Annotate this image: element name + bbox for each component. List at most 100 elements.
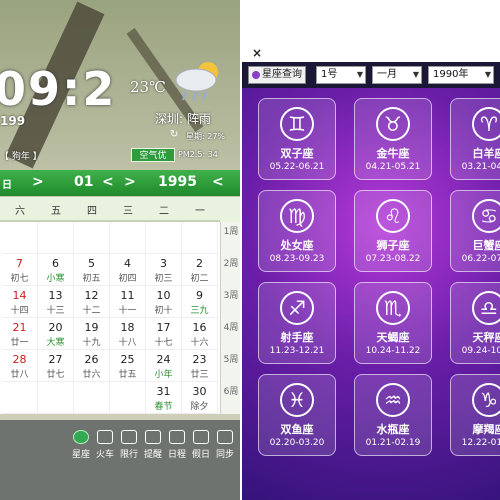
day-number: 18 bbox=[120, 321, 135, 334]
year-select[interactable]: 1990年 ▼ bbox=[428, 66, 494, 84]
next-year-button[interactable]: > bbox=[124, 174, 136, 190]
calendar-day-cell[interactable] bbox=[38, 382, 74, 414]
calendar-day-cell[interactable]: 16 十六 bbox=[182, 318, 218, 350]
calendar-day-cell[interactable]: 25 廿五 bbox=[110, 350, 146, 382]
week-number: 1周 bbox=[223, 227, 239, 237]
calendar-day-cell[interactable] bbox=[182, 222, 218, 254]
zodiac-card[interactable]: ♐ 射手座 11.23-12.21 bbox=[258, 282, 336, 364]
zodiac-dates: 03.21-04.20 bbox=[461, 162, 500, 172]
calendar-day-cell[interactable] bbox=[74, 222, 110, 254]
svg-text:♍: ♍ bbox=[288, 204, 306, 228]
lunar-day: 初七 bbox=[10, 274, 29, 284]
day-select[interactable]: 1号 ▼ bbox=[316, 66, 366, 84]
month-value[interactable]: 01 bbox=[74, 174, 93, 190]
zodiac-card[interactable]: ♏ 天蝎座 10.24-11.22 bbox=[354, 282, 432, 364]
zodiac-dates: 01.21-02.19 bbox=[365, 438, 421, 448]
zodiac-name: 水瓶座 bbox=[376, 423, 410, 436]
zodiac-name: 白羊座 bbox=[472, 147, 500, 160]
weekday-label: 三 bbox=[123, 206, 133, 217]
day-number: 21 bbox=[12, 321, 27, 334]
toolbar-icon bbox=[169, 430, 185, 444]
zodiac-card[interactable]: ♍ 处女座 08.23-09.23 bbox=[258, 190, 336, 272]
zodiac-card[interactable]: ♒ 水瓶座 01.21-02.19 bbox=[354, 374, 432, 456]
zodiac-card[interactable]: ♓ 双鱼座 02.20-03.20 bbox=[258, 374, 336, 456]
lunar-day: 十八 bbox=[118, 338, 137, 348]
zodiac-dates: 08.23-09.23 bbox=[269, 254, 325, 264]
calendar-day-cell[interactable] bbox=[38, 222, 74, 254]
day-number: 7 bbox=[16, 257, 23, 270]
calendar-day-cell[interactable]: 31 春节 bbox=[146, 382, 182, 414]
zodiac-card[interactable]: ♎ 天秤座 09.24-10.23 bbox=[450, 282, 500, 364]
calendar-day-cell[interactable]: 24 小年 bbox=[146, 350, 182, 382]
calendar-day-cell[interactable]: 3 初三 bbox=[146, 254, 182, 286]
toolbar-icon bbox=[193, 430, 209, 444]
toolbar-label: 同步 bbox=[215, 450, 234, 460]
calendar-day-cell[interactable]: 23 廿三 bbox=[182, 350, 218, 382]
zodiac-card[interactable]: ♊ 双子座 05.22-06.21 bbox=[258, 98, 336, 180]
calendar-day-cell[interactable] bbox=[2, 222, 38, 254]
svg-text:♌: ♌ bbox=[384, 204, 402, 228]
toolbar-label: 限行 bbox=[119, 450, 138, 460]
day-number: 28 bbox=[12, 353, 27, 366]
calendar-day-cell[interactable] bbox=[74, 382, 110, 414]
calendar-day-cell[interactable] bbox=[110, 222, 146, 254]
day-number: 2 bbox=[196, 257, 203, 270]
calendar-day-cell[interactable] bbox=[110, 382, 146, 414]
calendar-day-cell[interactable]: 6 小寒 bbox=[38, 254, 74, 286]
zodiac-card[interactable]: ♈ 白羊座 03.21-04.20 bbox=[450, 98, 500, 180]
calendar-day-cell[interactable]: 11 十一 bbox=[110, 286, 146, 318]
calendar-day-cell[interactable]: 5 初五 bbox=[74, 254, 110, 286]
zodiac-sign-icon: ♐ bbox=[280, 291, 314, 325]
calendar-day-cell[interactable]: 7 初七 bbox=[2, 254, 38, 286]
svg-text:♉: ♉ bbox=[384, 112, 402, 136]
calendar-day-cell[interactable]: 4 初四 bbox=[110, 254, 146, 286]
calendar-day-cell[interactable]: 30 除夕 bbox=[182, 382, 218, 414]
toolbar-label: 星座 bbox=[71, 450, 90, 460]
zodiac-dates: 06.22-07.22 bbox=[461, 254, 500, 264]
day-number: 20 bbox=[48, 321, 63, 334]
close-icon[interactable]: × bbox=[252, 46, 262, 60]
zodiac-name: 处女座 bbox=[280, 239, 314, 252]
calendar-day-cell[interactable]: 9 三九 bbox=[182, 286, 218, 318]
calendar-day-cell[interactable] bbox=[146, 222, 182, 254]
day-number: 4 bbox=[124, 257, 131, 270]
calendar-day-cell[interactable]: 26 廿六 bbox=[74, 350, 110, 382]
prev-month-button[interactable]: < bbox=[102, 174, 114, 190]
lunar-day: 十三 bbox=[46, 306, 65, 316]
lunar-day: 大寒 bbox=[46, 338, 65, 348]
calendar-day-cell[interactable]: 12 十二 bbox=[74, 286, 110, 318]
calendar-day-cell[interactable]: 18 十八 bbox=[110, 318, 146, 350]
calendar-day-cell[interactable]: 2 初二 bbox=[182, 254, 218, 286]
calendar-day-cell[interactable]: 21 廿一 bbox=[2, 318, 38, 350]
day-number: 14 bbox=[12, 289, 27, 302]
calendar-day-cell[interactable]: 13 十三 bbox=[38, 286, 74, 318]
calendar-day-cell[interactable]: 17 十七 bbox=[146, 318, 182, 350]
calendar-day-cell[interactable]: 10 初十 bbox=[146, 286, 182, 318]
zodiac-card[interactable]: ♉ 金牛座 04.21-05.21 bbox=[354, 98, 432, 180]
weekday-label: 二 bbox=[159, 206, 169, 217]
prev-year-button[interactable]: < bbox=[212, 174, 224, 190]
query-button[interactable]: 星座查询 bbox=[248, 66, 306, 84]
calendar-day-cell[interactable]: 27 廿七 bbox=[38, 350, 74, 382]
calendar-day-cell[interactable]: 19 十九 bbox=[74, 318, 110, 350]
zodiac-sign-icon: ♎ bbox=[472, 291, 500, 325]
toolbar-item[interactable]: 同步 bbox=[210, 430, 240, 460]
lunar-day: 十一 bbox=[118, 306, 137, 316]
lunar-day: 初十 bbox=[154, 306, 173, 316]
today-label: 日 bbox=[2, 180, 12, 191]
lunar-day: 十二 bbox=[82, 306, 101, 316]
zodiac-card[interactable]: ♌ 狮子座 07.23-08.22 bbox=[354, 190, 432, 272]
calendar-day-cell[interactable]: 20 大寒 bbox=[38, 318, 74, 350]
next-month-button[interactable]: > bbox=[32, 174, 44, 190]
week-number: 3周 bbox=[223, 291, 239, 301]
year-value[interactable]: 1995 bbox=[158, 174, 197, 190]
month-select[interactable]: 一月 ▼ bbox=[372, 66, 422, 84]
zodiac-card[interactable]: ♋ 巨蟹座 06.22-07.22 bbox=[450, 190, 500, 272]
air-quality-badge[interactable]: 空气优 bbox=[131, 148, 175, 162]
calendar-day-cell[interactable]: 14 十四 bbox=[2, 286, 38, 318]
calendar-day-cell[interactable]: 28 廿八 bbox=[2, 350, 38, 382]
calendar-day-cell[interactable] bbox=[2, 382, 38, 414]
refresh-icon[interactable]: ↻ bbox=[170, 129, 178, 140]
zodiac-card[interactable]: ♑ 摩羯座 12.22-01.20 bbox=[450, 374, 500, 456]
toolbar-label: 假日 bbox=[191, 450, 210, 460]
